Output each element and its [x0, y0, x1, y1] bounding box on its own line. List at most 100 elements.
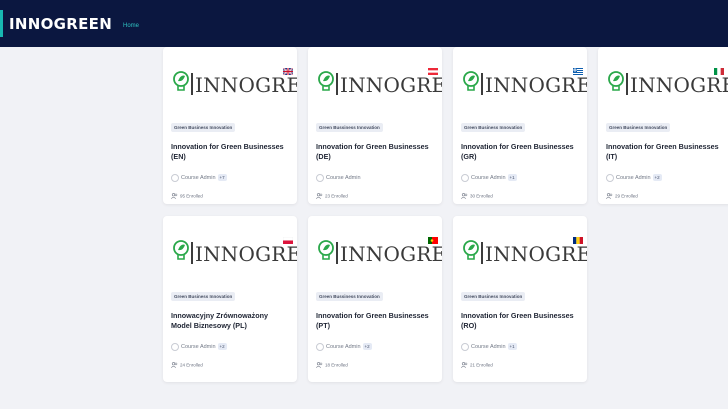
category-tag[interactable]: Green Business Innovation [171, 292, 236, 301]
course-card[interactable]: INNOGREEN Green Bussiness Innovation Inn… [308, 216, 442, 382]
more-instructors-badge: +1 [507, 343, 517, 351]
author-name: Course Admin [326, 343, 361, 350]
course-title[interactable]: Innovation for Green Businesses (GR) [461, 142, 576, 162]
enrolled-count: 29 Enrolled [615, 193, 638, 199]
enrolled-row: 21 Enrolled [461, 356, 493, 374]
course-thumbnail: INNOGREEN [598, 47, 728, 120]
category-tag[interactable]: Green Business Innovation [461, 292, 526, 301]
course-title[interactable]: Innovation for Green Businesses (EN) [171, 142, 286, 162]
brand-accent-bar [0, 10, 3, 37]
author-name: Course Admin [616, 174, 651, 181]
course-title[interactable]: Innovation for Green Businesses (DE) [316, 142, 431, 162]
avatar [171, 342, 179, 351]
course-author-row: Course Admin +2 [171, 338, 227, 351]
course-title[interactable]: Innovation for Green Businesses (RO) [461, 311, 576, 331]
course-author-row: Course Admin +1 [461, 338, 517, 351]
enrolled-row: 29 Enrolled [606, 187, 638, 204]
author-name: Course Admin [181, 343, 216, 350]
course-author-row: Course Admin +1 [461, 169, 517, 182]
course-card[interactable]: INNOGREEN Green Business Innovation Inno… [453, 47, 587, 204]
author-name: Course Admin [471, 174, 506, 181]
innogreen-logo-text: INNOGREEN [485, 73, 587, 97]
avatar [461, 173, 469, 182]
category-tag[interactable]: Green Business Innovation [171, 123, 236, 132]
more-instructors-badge: +7 [217, 174, 227, 182]
users-icon [316, 361, 323, 368]
course-thumbnail: INNOGREEN [308, 47, 442, 120]
category-tag[interactable]: Green Bussiness Innovation [316, 292, 383, 301]
lightbulb-leaf-icon [463, 71, 479, 91]
innogreen-logo-text: INNOGREEN [630, 73, 728, 97]
course-card[interactable]: INNOGREEN Green Business Innovation Inno… [163, 216, 297, 382]
category-tag[interactable]: Green Bussiness Innovation [316, 123, 383, 132]
logo-divider [336, 242, 338, 264]
avatar [171, 173, 179, 182]
category-tag[interactable]: Green Business Innovation [461, 123, 526, 132]
course-author-row: Course Admin +2 [606, 169, 662, 182]
enrolled-count: 24 Enrolled [180, 362, 203, 368]
avatar [316, 342, 324, 351]
enrolled-count: 95 Enrolled [180, 193, 203, 199]
enrolled-count: 21 Enrolled [470, 362, 493, 368]
logo-divider [336, 73, 338, 95]
author-name: Course Admin [181, 174, 216, 181]
enrolled-count: 18 Enrolled [325, 362, 348, 368]
lightbulb-leaf-icon [463, 240, 479, 260]
enrolled-row: 95 Enrolled [171, 187, 203, 204]
innogreen-logo-text: INNOGREEN [485, 242, 587, 266]
romania-flag-icon [573, 237, 583, 244]
logo-divider [191, 73, 193, 95]
innogreen-logo-text: INNOGREEN [195, 73, 297, 97]
austria-flag-icon [428, 68, 438, 75]
lightbulb-leaf-icon [318, 240, 334, 260]
logo-divider [191, 242, 193, 264]
course-thumbnail: INNOGREEN [453, 47, 587, 120]
users-icon [461, 192, 468, 199]
enrolled-row: 24 Enrolled [171, 356, 203, 374]
avatar [316, 173, 324, 182]
logo-divider [481, 242, 483, 264]
enrolled-row: 30 Enrolled [461, 187, 493, 204]
enrolled-row: 18 Enrolled [316, 356, 348, 374]
lightbulb-leaf-icon [173, 71, 189, 91]
users-icon [171, 361, 178, 368]
course-title[interactable]: Innovation for Green Businesses (PT) [316, 311, 431, 331]
avatar [461, 342, 469, 351]
category-tag[interactable]: Green Business Innovation [606, 123, 671, 132]
users-icon [316, 192, 323, 199]
logo-divider [481, 73, 483, 95]
brand-logo[interactable]: INNOGREEN [9, 15, 112, 33]
lightbulb-leaf-icon [608, 71, 624, 91]
more-instructors-badge: +2 [652, 174, 662, 182]
enrolled-row: 23 Enrolled [316, 187, 348, 204]
course-title[interactable]: Innowacyjny Zrównoważony Model Biznesowy… [171, 311, 286, 331]
innogreen-logo-text: INNOGREEN [340, 73, 442, 97]
course-card[interactable]: INNOGREEN Green Business Innovation Inno… [453, 216, 587, 382]
users-icon [171, 192, 178, 199]
italy-flag-icon [714, 68, 724, 75]
enrolled-count: 30 Enrolled [470, 193, 493, 199]
course-thumbnail: INNOGREEN [308, 216, 442, 289]
innogreen-logo-text: INNOGREEN [195, 242, 297, 266]
innogreen-logo-text: INNOGREEN [340, 242, 442, 266]
uk-flag-icon [283, 68, 293, 75]
greece-flag-icon [573, 68, 583, 75]
course-thumbnail: INNOGREEN [163, 47, 297, 120]
poland-flag-icon [283, 237, 293, 244]
course-thumbnail: INNOGREEN [453, 216, 587, 289]
course-card[interactable]: INNOGREEN Green Business Innovation Inno… [598, 47, 728, 204]
enrolled-count: 23 Enrolled [325, 193, 348, 199]
course-thumbnail: INNOGREEN [163, 216, 297, 289]
lightbulb-leaf-icon [173, 240, 189, 260]
course-author-row: Course Admin +2 [316, 338, 372, 351]
portugal-flag-icon [428, 237, 438, 244]
course-title[interactable]: Innovation for Green Businesses (IT) [606, 142, 721, 162]
course-author-row: Course Admin +7 [171, 169, 227, 182]
users-icon [461, 361, 468, 368]
nav-home-link[interactable]: Home [123, 23, 139, 29]
more-instructors-badge: +1 [507, 174, 517, 182]
more-instructors-badge: +2 [362, 343, 372, 351]
course-card[interactable]: INNOGREEN Green Bussiness Innovation Inn… [308, 47, 442, 204]
users-icon [606, 192, 613, 199]
course-card[interactable]: INNOGREEN Green Business Innovation Inno… [163, 47, 297, 204]
